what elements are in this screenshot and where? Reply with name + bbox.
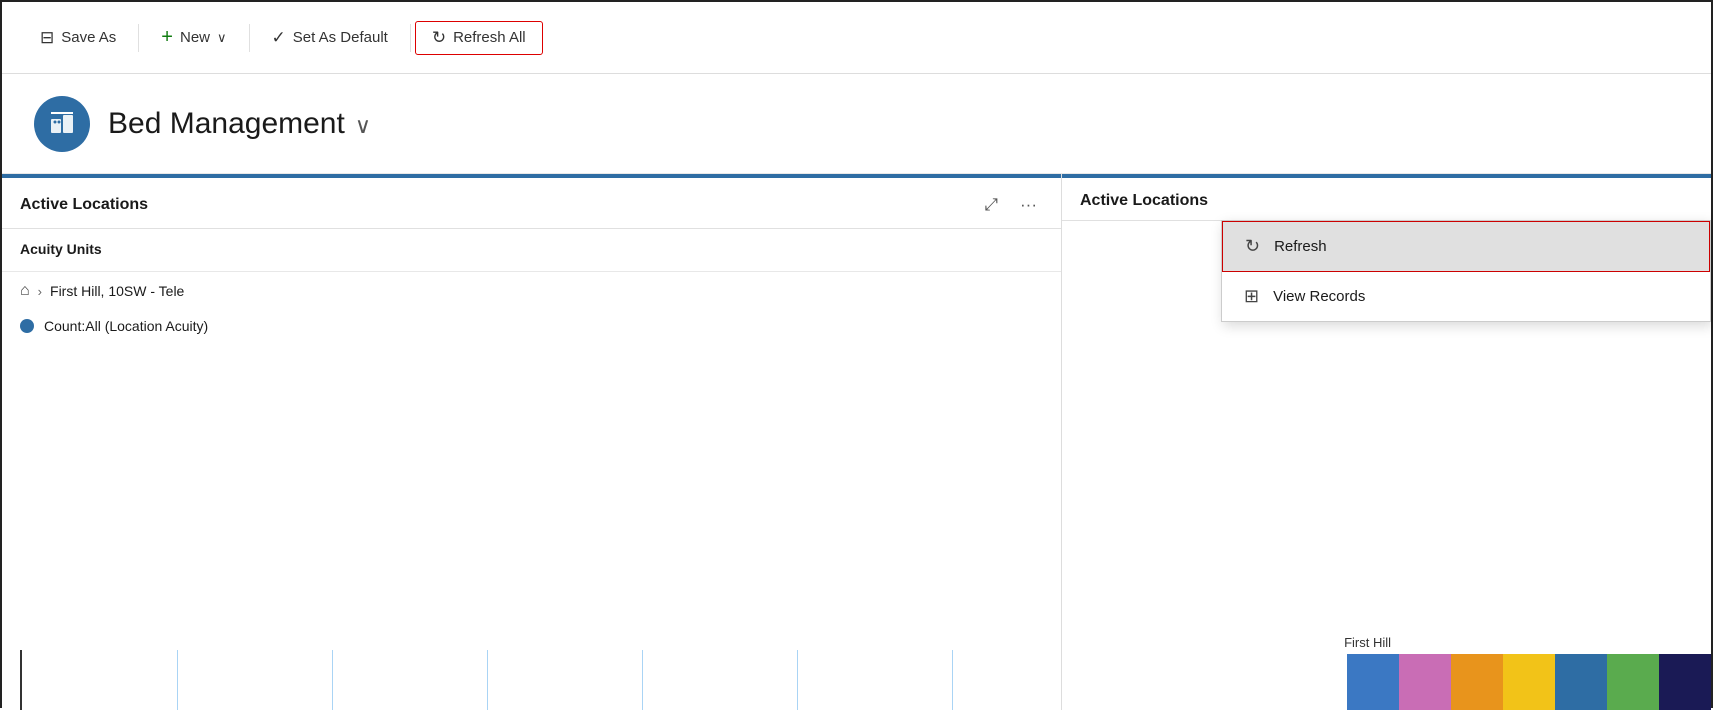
chart-line-7 bbox=[952, 650, 953, 710]
home-icon: ⌂ bbox=[20, 282, 30, 300]
panel-header-icons: ⤢ ··· bbox=[978, 192, 1043, 218]
view-records-label: View Records bbox=[1273, 288, 1365, 305]
separator-2 bbox=[249, 24, 250, 52]
chart-line-1 bbox=[20, 650, 22, 710]
color-block-4 bbox=[1503, 654, 1555, 710]
acuity-section: Acuity Units bbox=[2, 229, 1061, 272]
set-as-default-label: Set As Default bbox=[293, 29, 388, 46]
plus-icon: + bbox=[161, 26, 173, 49]
new-chevron-icon: ∨ bbox=[217, 30, 227, 46]
first-hill-label: First Hill bbox=[1344, 635, 1391, 650]
separator-3 bbox=[410, 24, 411, 52]
new-label: New bbox=[180, 29, 210, 46]
count-label: Count:All (Location Acuity) bbox=[44, 318, 208, 334]
location-chevron-icon: › bbox=[38, 284, 42, 299]
refresh-all-label: Refresh All bbox=[453, 29, 526, 46]
set-as-default-button[interactable]: ✓ Set As Default bbox=[254, 20, 406, 56]
checkmark-icon: ✓ bbox=[272, 28, 286, 48]
refresh-all-icon: ↻ bbox=[432, 28, 446, 48]
location-row: ⌂ › First Hill, 10SW - Tele bbox=[2, 272, 1061, 310]
left-panel-title: Active Locations bbox=[20, 196, 148, 214]
toolbar: ⊟ Save As + New ∨ ✓ Set As Default ↻ Ref… bbox=[2, 2, 1711, 74]
dropdown-menu: ↻ Refresh ⊞ View Records bbox=[1221, 220, 1711, 322]
color-block-7 bbox=[1659, 654, 1711, 710]
separator-1 bbox=[138, 24, 139, 52]
left-panel-header: Active Locations ⤢ ··· bbox=[2, 178, 1061, 229]
count-dot bbox=[20, 319, 34, 333]
location-text: First Hill, 10SW - Tele bbox=[50, 283, 184, 299]
count-row: Count:All (Location Acuity) bbox=[2, 310, 1061, 342]
color-block-5 bbox=[1555, 654, 1607, 710]
right-panel-header: Active Locations bbox=[1062, 178, 1711, 221]
expand-icon-button[interactable]: ⤢ bbox=[978, 192, 1004, 218]
app-icon bbox=[34, 96, 90, 152]
refresh-menu-icon: ↻ bbox=[1245, 236, 1260, 257]
acuity-label: Acuity Units bbox=[20, 241, 102, 257]
chart-area bbox=[2, 342, 1061, 710]
right-panel-title: Active Locations bbox=[1080, 192, 1208, 210]
save-as-label: Save As bbox=[61, 29, 116, 46]
chart-line-4 bbox=[487, 650, 488, 710]
more-options-button[interactable]: ··· bbox=[1014, 192, 1043, 218]
save-as-icon: ⊟ bbox=[40, 28, 54, 48]
view-records-menu-item[interactable]: ⊞ View Records bbox=[1222, 272, 1710, 321]
new-button[interactable]: + New ∨ bbox=[143, 18, 244, 57]
color-block-1 bbox=[1347, 654, 1399, 710]
color-block-2 bbox=[1399, 654, 1451, 710]
chart-line-6 bbox=[797, 650, 798, 710]
page-title-chevron-icon[interactable]: ∨ bbox=[355, 113, 371, 139]
chart-color-blocks bbox=[1347, 654, 1711, 710]
left-panel: Active Locations ⤢ ··· Acuity Units ⌂ › … bbox=[2, 174, 1062, 710]
chart-line-5 bbox=[642, 650, 643, 710]
content-area: Active Locations ⤢ ··· Acuity Units ⌂ › … bbox=[2, 174, 1711, 710]
refresh-menu-label: Refresh bbox=[1274, 238, 1327, 255]
chart-line-2 bbox=[177, 650, 178, 710]
color-block-6 bbox=[1607, 654, 1659, 710]
page-title: Bed Management bbox=[108, 107, 345, 141]
refresh-menu-item[interactable]: ↻ Refresh bbox=[1222, 221, 1710, 272]
save-as-button[interactable]: ⊟ Save As bbox=[22, 20, 134, 56]
page-title-wrap: Bed Management ∨ bbox=[108, 107, 371, 141]
chart-line-3 bbox=[332, 650, 333, 710]
refresh-all-button[interactable]: ↻ Refresh All bbox=[415, 21, 543, 55]
color-block-3 bbox=[1451, 654, 1503, 710]
page-header: Bed Management ∨ bbox=[2, 74, 1711, 174]
right-panel: Active Locations ↻ Refresh ⊞ View Record… bbox=[1062, 174, 1711, 710]
view-records-icon: ⊞ bbox=[1244, 286, 1259, 307]
